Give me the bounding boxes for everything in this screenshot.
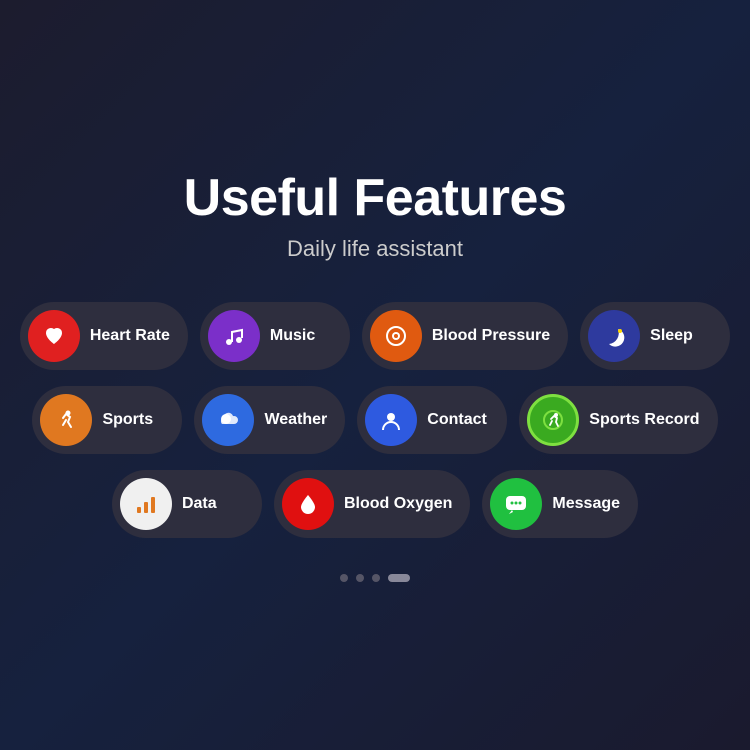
- pagination: [340, 574, 410, 582]
- feature-sports[interactable]: Sports: [32, 386, 182, 454]
- pagination-dot-active[interactable]: [388, 574, 410, 582]
- heart-rate-label: Heart Rate: [90, 327, 170, 345]
- sleep-icon: [588, 310, 640, 362]
- blood-oxygen-icon: [282, 478, 334, 530]
- message-icon: [490, 478, 542, 530]
- page-subtitle: Daily life assistant: [287, 236, 463, 262]
- blood-pressure-icon: [370, 310, 422, 362]
- message-label: Message: [552, 495, 620, 513]
- feature-blood-pressure[interactable]: Blood Pressure: [362, 302, 568, 370]
- features-grid: Heart Rate Music Blood Pressure: [20, 302, 730, 538]
- page-title: Useful Features: [184, 168, 567, 228]
- music-label: Music: [270, 327, 315, 345]
- feature-blood-oxygen[interactable]: Blood Oxygen: [274, 470, 470, 538]
- feature-music[interactable]: Music: [200, 302, 350, 370]
- pagination-dot-2[interactable]: [356, 574, 364, 582]
- sports-icon: [40, 394, 92, 446]
- contact-icon: [365, 394, 417, 446]
- weather-icon: [202, 394, 254, 446]
- features-row-1: Heart Rate Music Blood Pressure: [20, 302, 730, 370]
- heart-rate-icon: [28, 310, 80, 362]
- features-row-3: Data Blood Oxygen Message: [112, 470, 638, 538]
- feature-sports-record[interactable]: Sports Record: [519, 386, 717, 454]
- feature-data[interactable]: Data: [112, 470, 262, 538]
- features-row-2: Sports Weather Contact: [32, 386, 717, 454]
- blood-oxygen-label: Blood Oxygen: [344, 495, 452, 513]
- pagination-dot-1[interactable]: [340, 574, 348, 582]
- data-icon: [120, 478, 172, 530]
- weather-label: Weather: [264, 411, 327, 429]
- pagination-dot-3[interactable]: [372, 574, 380, 582]
- data-label: Data: [182, 495, 217, 513]
- contact-label: Contact: [427, 411, 487, 429]
- feature-heart-rate[interactable]: Heart Rate: [20, 302, 188, 370]
- sports-record-icon: [527, 394, 579, 446]
- feature-message[interactable]: Message: [482, 470, 638, 538]
- feature-contact[interactable]: Contact: [357, 386, 507, 454]
- sleep-label: Sleep: [650, 327, 693, 345]
- feature-sleep[interactable]: Sleep: [580, 302, 730, 370]
- music-icon: [208, 310, 260, 362]
- sports-record-label: Sports Record: [589, 411, 699, 429]
- sports-label: Sports: [102, 411, 153, 429]
- blood-pressure-label: Blood Pressure: [432, 327, 550, 345]
- feature-weather[interactable]: Weather: [194, 386, 345, 454]
